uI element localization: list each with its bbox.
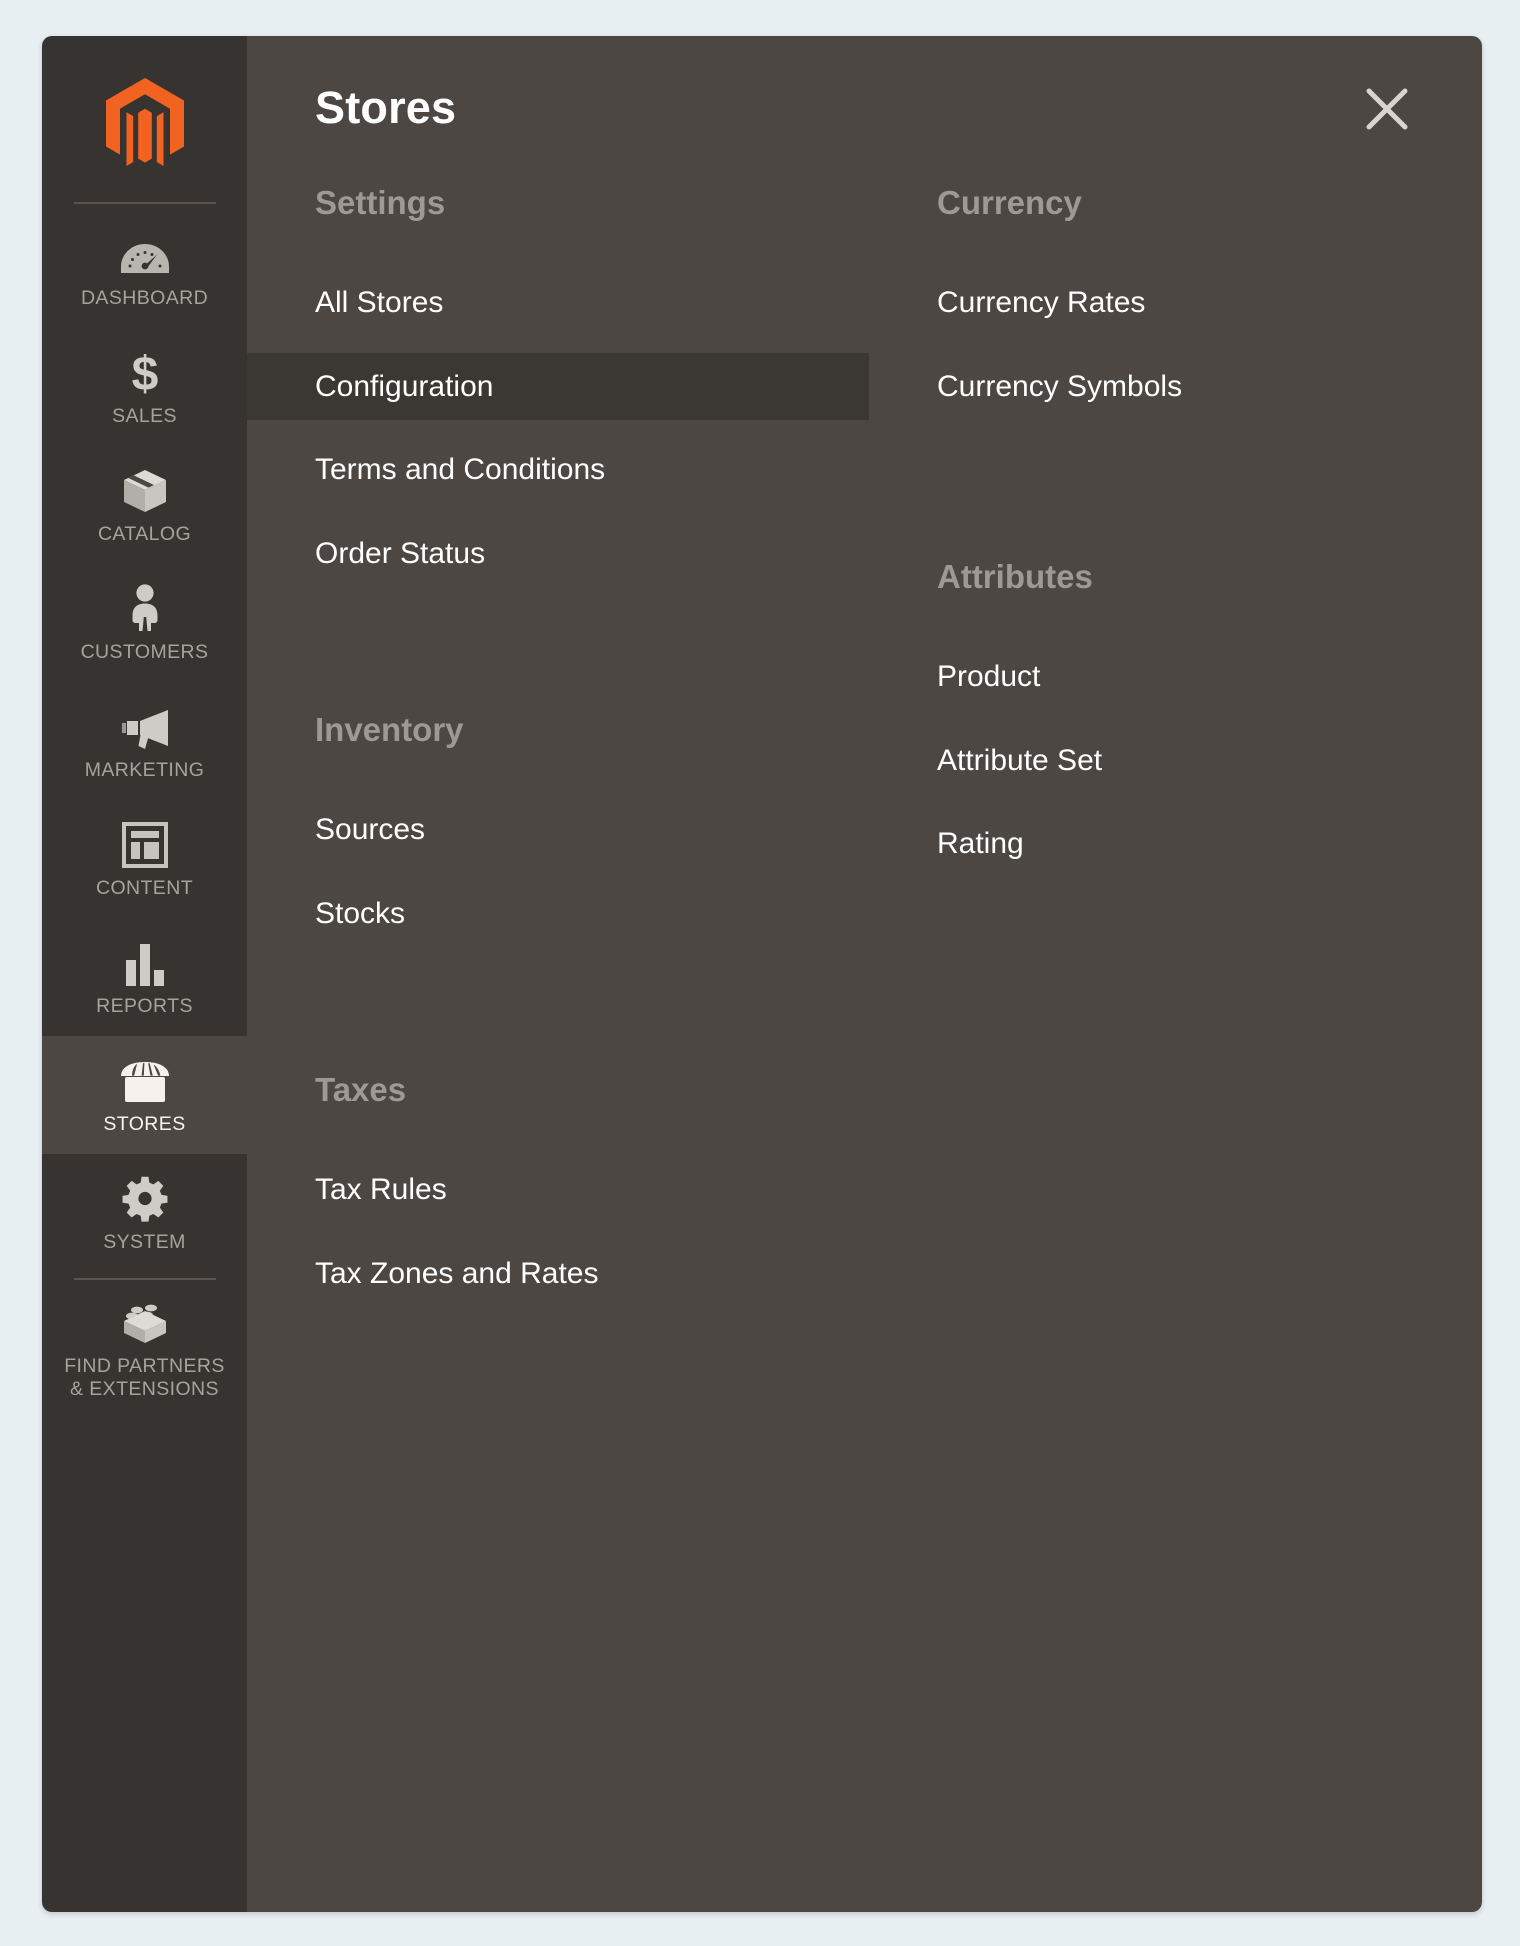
sidebar-item-label: SYSTEM xyxy=(103,1231,186,1253)
menu-group-title: Taxes xyxy=(315,1071,407,1108)
svg-text:$: $ xyxy=(131,350,158,396)
menu-link-all-stores[interactable]: All Stores xyxy=(247,269,869,337)
panel-header: Stores xyxy=(247,36,1482,184)
menu-link-attribute-set[interactable]: Attribute Set xyxy=(869,727,1482,795)
sidebar-item-catalog[interactable]: CATALOG xyxy=(42,446,247,564)
menu-link-rating[interactable]: Rating xyxy=(869,810,1482,878)
menu-link-tax-zones-and-rates[interactable]: Tax Zones and Rates xyxy=(247,1240,869,1308)
stores-menu-panel: Stores Settings All Stores Configuration… xyxy=(247,36,1482,1912)
menu-link-tax-rules[interactable]: Tax Rules xyxy=(247,1156,869,1224)
dashboard-gauge-icon xyxy=(120,232,169,278)
sidebar-item-label: CATALOG xyxy=(97,523,192,545)
menu-column-left: Settings All Stores Configuration Terms … xyxy=(247,186,869,1307)
sidebar-item-label: DASHBOARD xyxy=(80,287,209,309)
menu-group-settings: Settings All Stores Configuration Terms … xyxy=(247,186,869,587)
storefront-icon xyxy=(118,1058,172,1104)
menu-columns: Settings All Stores Configuration Terms … xyxy=(247,184,1482,1307)
sidebar-item-sales[interactable]: $ SALES xyxy=(42,328,247,446)
sidebar-item-label: STORES xyxy=(103,1113,186,1135)
menu-link-sources[interactable]: Sources xyxy=(247,796,869,864)
admin-shell: DASHBOARD $ SALES CATALOG CUSTOMERS MARK… xyxy=(42,36,1482,1912)
person-icon xyxy=(128,584,162,632)
menu-group-attributes: Attributes Product Attribute Set Rating xyxy=(869,560,1482,878)
sidebar-item-customers[interactable]: CUSTOMERS xyxy=(42,564,247,682)
menu-group-currency: Currency Currency Rates Currency Symbols xyxy=(869,186,1482,420)
sidebar-divider-top xyxy=(73,202,216,204)
sidebar-item-label: CONTENT xyxy=(95,877,194,899)
close-button[interactable] xyxy=(1354,76,1420,142)
sidebar-item-label: MARKETING xyxy=(84,759,205,781)
page-layout-icon xyxy=(121,822,168,868)
sidebar-item-label: REPORTS xyxy=(96,995,193,1017)
menu-group-title: Settings xyxy=(315,184,446,221)
menu-link-product[interactable]: Product xyxy=(869,643,1482,711)
sidebar-item-dashboard[interactable]: DASHBOARD xyxy=(42,210,247,328)
menu-group-title: Currency xyxy=(937,184,1082,221)
menu-link-stocks[interactable]: Stocks xyxy=(247,880,869,948)
dollar-sign-icon: $ xyxy=(128,350,162,396)
sidebar-item-label: FIND PARTNERS & EXTENSIONS xyxy=(64,1355,225,1401)
page-title: Stores xyxy=(315,82,457,133)
menu-column-right: Currency Currency Rates Currency Symbols… xyxy=(869,186,1482,1307)
sidebar-item-find-partners[interactable]: FIND PARTNERS & EXTENSIONS xyxy=(42,1280,247,1419)
magento-logo-icon xyxy=(105,78,184,166)
bar-chart-icon xyxy=(123,940,167,986)
menu-group-inventory: Inventory Sources Stocks xyxy=(247,713,869,947)
sidebar-item-marketing[interactable]: MARKETING xyxy=(42,682,247,800)
megaphone-icon xyxy=(120,704,170,750)
menu-link-currency-symbols[interactable]: Currency Symbols xyxy=(869,353,1482,421)
menu-link-order-status[interactable]: Order Status xyxy=(247,520,869,588)
sidebar-item-stores[interactable]: STORES xyxy=(42,1036,247,1154)
menu-group-title: Attributes xyxy=(937,558,1093,595)
menu-link-terms-and-conditions[interactable]: Terms and Conditions xyxy=(247,436,869,504)
sidebar-item-label: CUSTOMERS xyxy=(80,641,209,663)
magento-admin-screen: DASHBOARD $ SALES CATALOG CUSTOMERS MARK… xyxy=(0,0,1520,1946)
sidebar-item-system[interactable]: SYSTEM xyxy=(42,1154,247,1272)
menu-group-title: Inventory xyxy=(315,711,464,748)
menu-link-configuration[interactable]: Configuration xyxy=(247,352,869,420)
primary-sidebar: DASHBOARD $ SALES CATALOG CUSTOMERS MARK… xyxy=(42,36,247,1912)
sidebar-item-reports[interactable]: REPORTS xyxy=(42,918,247,1036)
sidebar-item-label-line1: FIND PARTNERS xyxy=(64,1355,225,1377)
magento-logo[interactable] xyxy=(42,62,247,174)
sidebar-item-content[interactable]: CONTENT xyxy=(42,800,247,918)
menu-link-currency-rates[interactable]: Currency Rates xyxy=(869,269,1482,337)
sidebar-item-label-line2: & EXTENSIONS xyxy=(70,1378,219,1400)
box-icon xyxy=(122,468,168,514)
close-icon xyxy=(1366,88,1408,130)
menu-group-taxes: Taxes Tax Rules Tax Zones and Rates xyxy=(247,1073,869,1307)
sidebar-item-label: SALES xyxy=(112,405,177,427)
gear-icon xyxy=(122,1176,168,1222)
lego-brick-icon xyxy=(120,1300,170,1346)
